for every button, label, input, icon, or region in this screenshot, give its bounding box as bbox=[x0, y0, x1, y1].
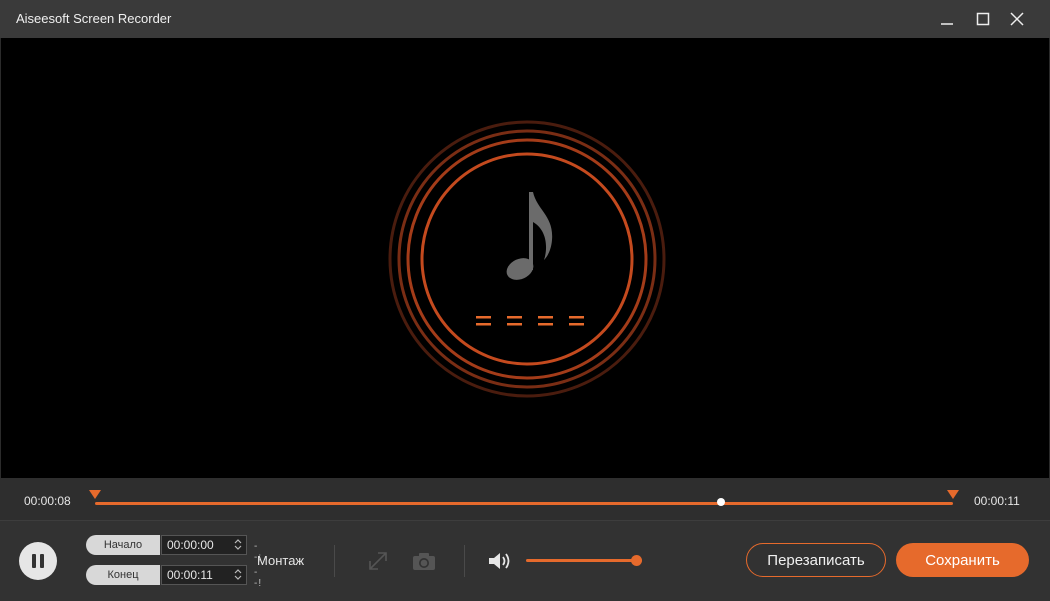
pause-icon-bar bbox=[40, 554, 44, 568]
end-bracket: --! bbox=[254, 567, 263, 589]
divider bbox=[334, 545, 335, 577]
end-label: Конец bbox=[86, 565, 160, 585]
volume-slider-knob[interactable] bbox=[630, 555, 642, 566]
pause-icon bbox=[32, 554, 36, 568]
expand-icon bbox=[369, 552, 387, 570]
title-bar: Aiseesoft Screen Recorder bbox=[0, 0, 1050, 38]
snapshot-button[interactable] bbox=[410, 547, 438, 575]
audio-rings-graphic bbox=[388, 120, 666, 398]
control-bar: Начало 00:00:00 --; Конец 00:00:11 --! М… bbox=[0, 520, 1050, 601]
fullscreen-button[interactable] bbox=[364, 547, 392, 575]
end-time-spinner[interactable] bbox=[232, 567, 244, 583]
pause-button[interactable] bbox=[19, 542, 57, 580]
maximize-button[interactable] bbox=[966, 4, 1000, 34]
divider bbox=[464, 545, 465, 577]
camera-icon bbox=[413, 553, 435, 570]
maximize-icon bbox=[976, 12, 990, 26]
volume-slider[interactable] bbox=[526, 559, 642, 562]
start-label: Начало bbox=[86, 535, 160, 555]
start-time-spinner[interactable] bbox=[232, 537, 244, 553]
window-title: Aiseesoft Screen Recorder bbox=[16, 11, 172, 26]
trim-start-marker[interactable] bbox=[89, 490, 101, 499]
minimize-button[interactable] bbox=[930, 4, 964, 34]
timeline: 00:00:08 00:00:11 bbox=[0, 478, 1050, 520]
speaker-icon bbox=[489, 553, 510, 569]
equalizer-bars bbox=[476, 316, 584, 326]
close-button[interactable] bbox=[1000, 4, 1034, 34]
chevron-up-down-icon bbox=[234, 539, 242, 550]
trim-end-marker[interactable] bbox=[947, 490, 959, 499]
current-time: 00:00:08 bbox=[24, 494, 71, 508]
chevron-up-down-icon bbox=[234, 569, 242, 580]
montage-link[interactable]: Монтаж bbox=[257, 553, 304, 568]
audio-preview bbox=[1, 38, 1049, 478]
minimize-icon bbox=[941, 23, 953, 25]
volume-button[interactable] bbox=[486, 547, 514, 575]
total-time: 00:00:11 bbox=[974, 494, 1020, 508]
save-button[interactable]: Сохранить bbox=[896, 543, 1029, 577]
music-note-icon bbox=[506, 192, 553, 280]
rerecord-button[interactable]: Перезаписать bbox=[746, 543, 886, 577]
close-icon bbox=[1010, 12, 1024, 26]
timeline-track[interactable] bbox=[95, 502, 953, 505]
